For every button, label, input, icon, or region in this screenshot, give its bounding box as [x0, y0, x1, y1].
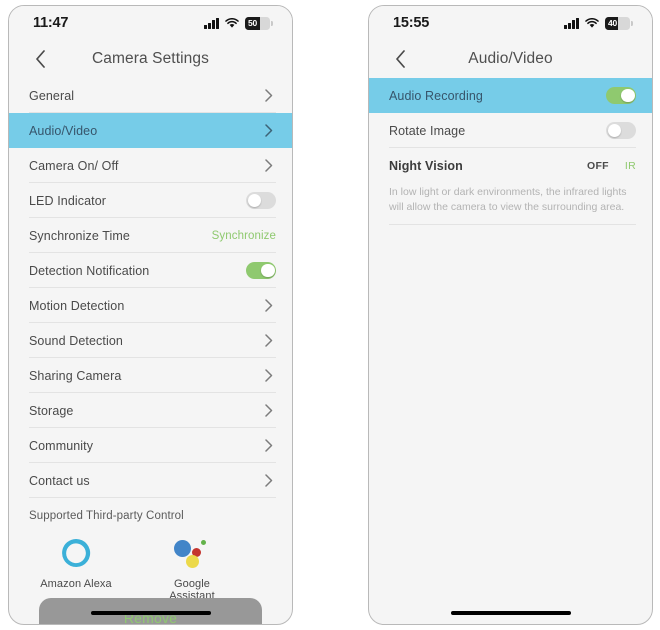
cellular-signal-icon [204, 17, 219, 29]
chevron-right-icon[interactable] [262, 334, 276, 348]
list-item-label: Detection Notification [29, 263, 150, 278]
list-item-rotate-image[interactable]: Rotate Image [369, 113, 652, 148]
status-icon-group: 50 [204, 16, 273, 30]
list-item-label: LED Indicator [29, 193, 107, 208]
list-item-audio-video[interactable]: Audio/Video [9, 113, 292, 148]
battery-icon: 40 [605, 16, 633, 30]
chevron-right-icon[interactable] [262, 404, 276, 418]
status-clock: 15:55 [393, 15, 430, 31]
night-vision-option-off[interactable]: OFF [587, 160, 609, 172]
battery-icon: 50 [245, 16, 273, 30]
battery-level: 50 [248, 17, 258, 28]
list-item-sound-detection[interactable]: Sound Detection [9, 323, 292, 358]
back-chevron-icon[interactable] [383, 40, 417, 78]
nav-bar-left: Camera Settings [9, 40, 292, 78]
chevron-right-icon[interactable] [262, 299, 276, 313]
wifi-icon [585, 17, 599, 29]
list-item-contact-us[interactable]: Contact us [9, 463, 292, 498]
cellular-signal-icon [564, 17, 579, 29]
status-clock: 11:47 [33, 15, 69, 31]
list-item-label: Sharing Camera [29, 368, 122, 383]
list-item-label: Contact us [29, 473, 90, 488]
rotate-image-toggle[interactable] [606, 122, 636, 139]
third-party-control-section: Supported Third-party Control Amazon Ale… [9, 498, 292, 602]
list-item-label: Audio Recording [389, 88, 483, 103]
list-item-synchronize-time[interactable]: Synchronize Time Synchronize [9, 218, 292, 253]
list-item-label: General [29, 88, 75, 103]
list-item-community[interactable]: Community [9, 428, 292, 463]
status-icon-group: 40 [564, 16, 633, 30]
list-item-label: Night Vision [389, 158, 463, 173]
wifi-icon [225, 17, 239, 29]
list-item-sharing-camera[interactable]: Sharing Camera [9, 358, 292, 393]
phone-camera-settings: 11:47 50 Camera Settings General Audio/V… [8, 5, 293, 625]
google-assistant-icon [153, 534, 231, 572]
chevron-right-icon[interactable] [262, 474, 276, 488]
chevron-right-icon[interactable] [262, 124, 276, 138]
list-item-label: Synchronize Time [29, 228, 130, 243]
night-vision-description: In low light or dark environments, the i… [369, 183, 652, 225]
synchronize-action[interactable]: Synchronize [212, 230, 276, 242]
night-vision-option-ir[interactable]: IR [625, 160, 636, 172]
screenshot-stage: 11:47 50 Camera Settings General Audio/V… [0, 0, 660, 630]
list-item-label: Motion Detection [29, 298, 125, 313]
audio-recording-toggle[interactable] [606, 87, 636, 104]
list-item-label: Storage [29, 403, 74, 418]
third-party-title: Supported Third-party Control [29, 510, 184, 522]
status-bar-right: 15:55 40 [369, 6, 652, 40]
audio-video-list: Audio Recording Rotate Image Night Visio… [369, 78, 652, 225]
status-bar-left: 11:47 50 [9, 6, 292, 40]
list-item-label: Audio/Video [29, 123, 98, 138]
list-item-label: Community [29, 438, 94, 453]
list-item-detection-notification[interactable]: Detection Notification [9, 253, 292, 288]
led-indicator-toggle[interactable] [246, 192, 276, 209]
third-party-label: Amazon Alexa [40, 578, 112, 590]
back-chevron-icon[interactable] [23, 40, 57, 78]
list-item-camera-on-off[interactable]: Camera On/ Off [9, 148, 292, 183]
list-item-label: Rotate Image [389, 123, 466, 138]
third-party-items: Amazon Alexa Google Assistant [29, 534, 272, 602]
night-vision-description-text: In low light or dark environments, the i… [389, 186, 627, 213]
home-indicator [450, 610, 571, 615]
amazon-alexa-icon [37, 534, 115, 572]
chevron-right-icon[interactable] [262, 159, 276, 173]
list-item-label: Camera On/ Off [29, 158, 119, 173]
night-vision-options: OFF IR [587, 160, 636, 172]
screen-body-left: General Audio/Video Camera On/ Off LED I… [9, 78, 292, 624]
detection-notification-toggle[interactable] [246, 262, 276, 279]
list-item-led-indicator[interactable]: LED Indicator [9, 183, 292, 218]
list-item-motion-detection[interactable]: Motion Detection [9, 288, 292, 323]
list-item-general[interactable]: General [9, 78, 292, 113]
chevron-right-icon[interactable] [262, 369, 276, 383]
battery-level: 40 [608, 17, 618, 28]
third-party-google-assistant[interactable]: Google Assistant [153, 534, 231, 602]
settings-list: General Audio/Video Camera On/ Off LED I… [9, 78, 292, 498]
list-item-label: Sound Detection [29, 333, 123, 348]
chevron-right-icon[interactable] [262, 439, 276, 453]
screen-body-right: Audio Recording Rotate Image Night Visio… [369, 78, 652, 624]
phone-audio-video: 15:55 40 Audio/Video Audio Recording Rot… [368, 5, 653, 625]
chevron-right-icon[interactable] [262, 89, 276, 103]
list-item-audio-recording[interactable]: Audio Recording [369, 78, 652, 113]
nav-bar-right: Audio/Video [369, 40, 652, 78]
third-party-amazon-alexa[interactable]: Amazon Alexa [37, 534, 115, 602]
list-item-night-vision[interactable]: Night Vision OFF IR [369, 148, 652, 183]
list-item-storage[interactable]: Storage [9, 393, 292, 428]
home-indicator [90, 610, 211, 615]
